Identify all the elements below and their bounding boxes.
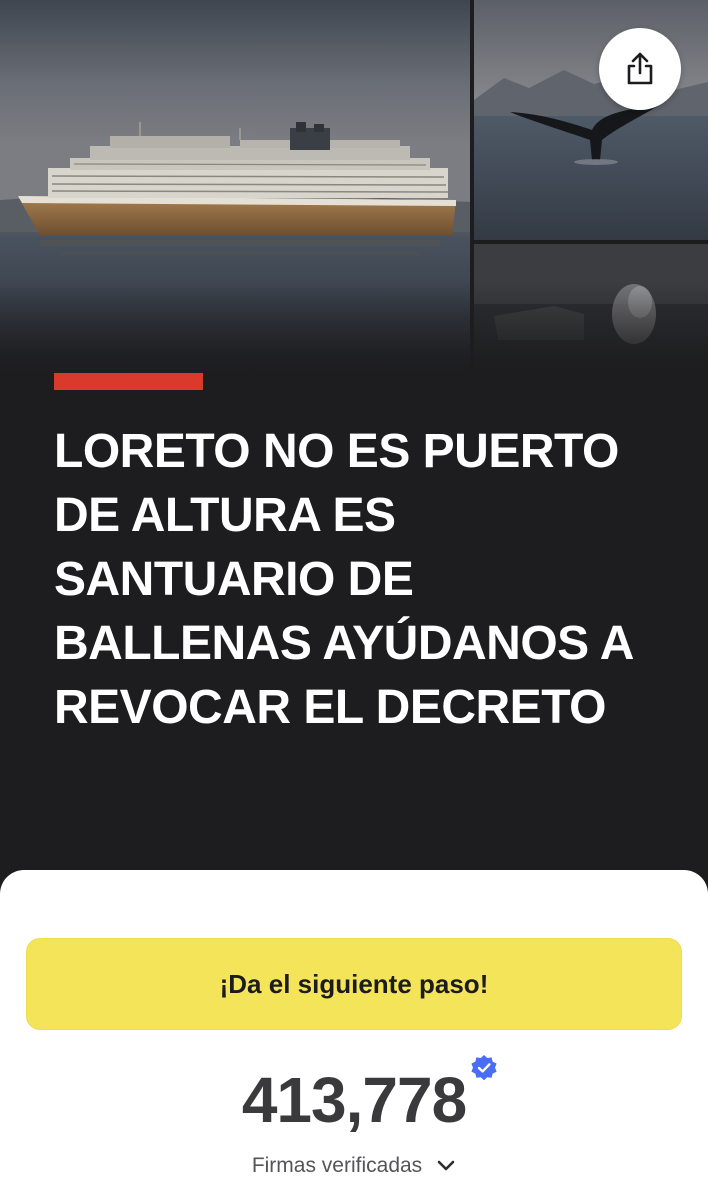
whale-spout-photo: [474, 244, 708, 372]
hero-image-collage: [0, 0, 708, 372]
cruise-ship-photo: [0, 0, 470, 372]
verified-signatures-row: Firmas verificadas: [0, 1154, 708, 1178]
signature-count: 413,778: [241, 1055, 497, 1140]
verified-badge-icon: [471, 1055, 497, 1081]
signature-count-row: 413,778: [0, 1055, 708, 1140]
signature-count-value: 413,778: [241, 1064, 467, 1136]
chevron-down-icon: [437, 1160, 455, 1171]
petition-page: LORETO NO ES PUERTO DE ALTURA ES SANTUAR…: [0, 0, 708, 1200]
next-step-button[interactable]: ¡Da el siguiente paso!: [26, 938, 682, 1030]
verified-signatures-label: Firmas verificadas: [251, 1154, 423, 1177]
verified-signatures-toggle[interactable]: Firmas verificadas: [252, 1154, 456, 1178]
accent-bar: [54, 373, 203, 390]
petition-title: LORETO NO ES PUERTO DE ALTURA ES SANTUAR…: [54, 425, 633, 734]
share-icon: [627, 52, 653, 85]
signature-card: ¡Da el siguiente paso! 413,778 Firmas ve…: [0, 870, 708, 1200]
whale-tail-photo: [474, 0, 708, 240]
share-button[interactable]: [599, 28, 681, 110]
